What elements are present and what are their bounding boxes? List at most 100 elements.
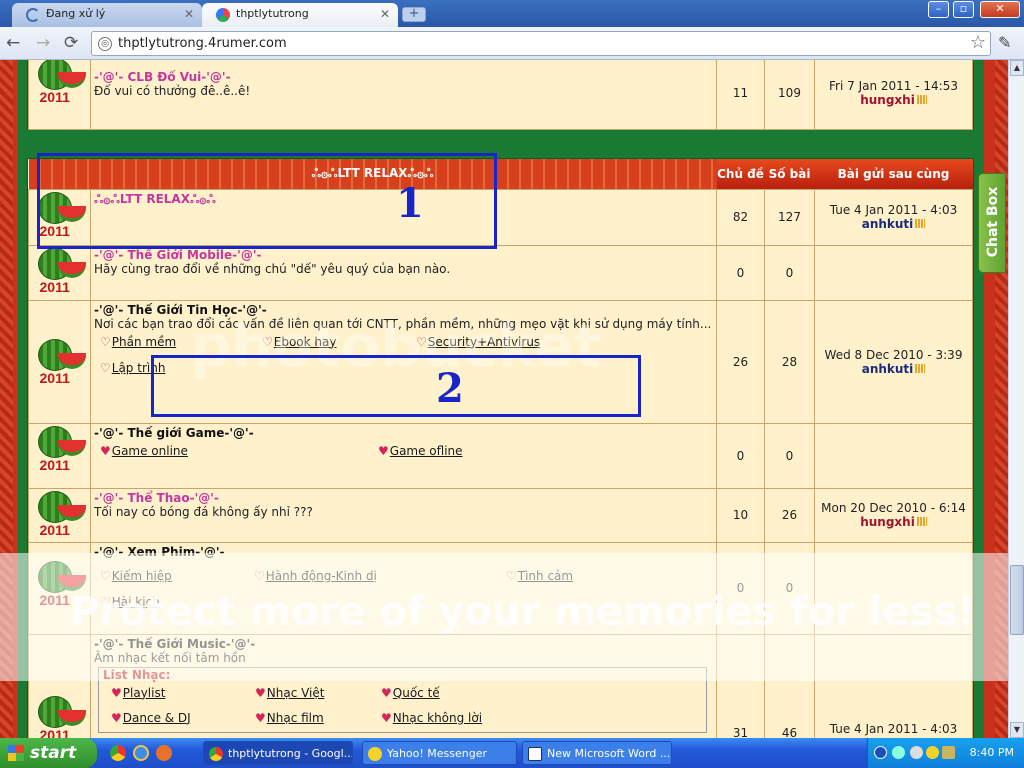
level-icon — [916, 94, 927, 104]
heart-icon: ♥ — [111, 685, 122, 700]
subforum-link[interactable]: ♡Tình cảm — [506, 569, 573, 583]
watermelon-icon: 2011 — [32, 60, 88, 106]
posts-count: 26 — [764, 487, 815, 543]
heart-icon: ♥ — [255, 710, 266, 725]
subforum-link[interactable]: ♥Nhạc Việt — [255, 686, 324, 700]
forum-description: Nơi các bạn trao đổi các vấn đề liên qua… — [94, 316, 712, 331]
forum-title-link[interactable]: -'@'- Thế Giới Mobile-'@'- — [94, 248, 713, 262]
heart-icon: ♡ — [506, 568, 517, 583]
firefox-quicklaunch-icon[interactable] — [156, 745, 172, 761]
subforum-link[interactable]: ♥Nhạc không lời — [381, 711, 482, 725]
chrome-quicklaunch-icon[interactable] — [110, 745, 126, 761]
restore-button[interactable]: ▫ — [953, 1, 974, 18]
unikey-tray-icon[interactable] — [942, 746, 955, 759]
subforum-link[interactable]: ♡Hài kịch — [100, 595, 160, 609]
watermelon-icon: 2011 — [32, 695, 88, 738]
annotation-number-2: 2 — [436, 365, 464, 412]
close-tab-icon[interactable]: ✕ — [380, 3, 390, 25]
taskbar-yahoo-messenger[interactable]: Yahoo! Messenger — [362, 741, 517, 765]
loading-icon — [26, 8, 40, 22]
globe-icon: ◎ — [98, 37, 112, 51]
favicon-icon — [216, 8, 230, 22]
subforum-link[interactable]: ♥Game online — [100, 444, 188, 458]
tab-title: Đang xử lý — [46, 7, 106, 20]
subforum-link[interactable]: ♥Playlist — [111, 686, 165, 700]
vertical-scrollbar[interactable]: ▲ ▼ — [1008, 60, 1024, 738]
heart-icon: ♥ — [111, 710, 122, 725]
last-post-author[interactable]: hungxhi — [860, 515, 915, 529]
chat-box-tab[interactable]: Chat Box — [978, 173, 1006, 273]
forum-description: Đố vui có thưởng đê..ê..ê! — [94, 84, 251, 98]
clock: 8:40 PM — [969, 746, 1014, 759]
tab-thptlytutrong[interactable]: thptlytutrong ✕ — [202, 3, 398, 27]
heart-icon: ♡ — [262, 334, 273, 349]
minimize-button[interactable]: – — [928, 1, 949, 18]
taskbar-chrome-window[interactable]: thptlytutrong - Googl... — [203, 741, 353, 765]
posts-count: 0 — [764, 422, 815, 489]
forum-title-link[interactable]: -'@'- Thế giới Game-'@'- — [94, 426, 713, 440]
heart-icon: ♡ — [100, 594, 111, 609]
network-icon[interactable] — [892, 746, 905, 759]
last-post-author[interactable]: hungxhi — [860, 93, 915, 107]
wrench-menu-icon[interactable]: ✎ — [998, 33, 1011, 52]
tab-title: thptlytutrong — [236, 7, 309, 20]
yahoo-smiley-icon — [368, 747, 382, 761]
forum-title-link[interactable]: -'@'- Thế Giới Music-'@'- — [94, 637, 713, 651]
bookmark-star-icon[interactable]: ☆ — [970, 32, 986, 53]
subforum-link[interactable]: ♥Game ofline — [378, 444, 463, 458]
start-button[interactable]: start — [0, 738, 97, 768]
tab-dang-xu-ly[interactable]: Đang xử lý ✕ — [12, 3, 202, 27]
last-post-author[interactable]: anhkuti — [862, 362, 914, 376]
forum-title-link[interactable]: -'@'- Xem Phim-'@'- — [94, 545, 713, 559]
subforum-link[interactable]: ♥Quốc tế — [381, 686, 440, 700]
scroll-up-arrow-icon[interactable]: ▲ — [1010, 60, 1024, 76]
yahoo-tray-icon[interactable] — [926, 746, 939, 759]
heart-icon: ♥ — [100, 443, 111, 458]
forum-info-cell: -'@'- Thế Giới Music-'@'- Âm nhạc kết nố… — [90, 633, 717, 738]
new-tab-button[interactable]: + — [402, 7, 426, 22]
scroll-thumb[interactable] — [1010, 565, 1024, 635]
browser-toolbar: ← → ⟳ ◎ thptlytutrong.4rumer.com ☆ ✎ — [0, 27, 1024, 60]
forward-icon[interactable]: → — [36, 33, 50, 53]
topics-count: 0 — [716, 244, 765, 301]
reload-icon[interactable]: ⟳ — [64, 33, 78, 53]
posts-count: 0 — [764, 244, 815, 301]
posts-count: 109 — [764, 60, 815, 130]
topics-count: 82 — [716, 188, 765, 246]
forum-title-link[interactable]: -'@'- Thể Thao-'@'- — [94, 491, 713, 505]
forum-row-game: 2011 -'@'- Thế giới Game-'@'- ♥Game onli… — [28, 422, 973, 489]
last-post-author[interactable]: anhkuti — [862, 217, 914, 231]
posts-count: 28 — [764, 299, 815, 424]
tray-expand-icon[interactable] — [874, 746, 887, 759]
back-icon[interactable]: ← — [6, 33, 20, 53]
topics-count: 31 — [716, 633, 765, 738]
forum-info-cell: -'@'- Thế giới Game-'@'- ♥Game online ♥G… — [90, 422, 717, 489]
scroll-down-arrow-icon[interactable]: ▼ — [1010, 722, 1024, 738]
topics-count: 0 — [716, 422, 765, 489]
posts-count: 0 — [764, 541, 815, 635]
col-topics-header: Chủ đề — [717, 166, 764, 181]
topics-count: 11 — [716, 60, 765, 130]
subforum-link[interactable]: ♡Ebook hay — [262, 335, 336, 349]
subforum-link[interactable]: ♡Hành động-Kinh dị — [254, 569, 377, 583]
ie-quicklaunch-icon[interactable] — [133, 745, 149, 761]
address-text[interactable]: thptlytutrong.4rumer.com — [118, 36, 287, 51]
forum-title-link[interactable]: -'@'- CLB Đố Vui-'@'- — [94, 70, 713, 84]
forum-title-link[interactable]: -'@'- Thế Giới Tin Học-'@'- — [94, 303, 713, 317]
subforum-link[interactable]: ♥Dance & DJ — [111, 711, 191, 725]
last-post-cell: Fri 7 Jan 2011 - 14:53 hungxhi — [814, 60, 973, 130]
volume-icon[interactable] — [910, 746, 923, 759]
last-post-cell — [814, 541, 973, 635]
taskbar-word-document[interactable]: New Microsoft Word ... — [522, 741, 672, 765]
subforum-link[interactable]: ♡Kiếm hiệp — [100, 569, 172, 583]
watermelon-icon: 2011 — [32, 425, 88, 474]
browser-tab-strip: Đang xử lý ✕ thptlytutrong ✕ + – ▫ ✕ — [0, 0, 1024, 27]
subforum-link[interactable]: ♥Nhạc film — [255, 711, 324, 725]
close-window-button[interactable]: ✕ — [980, 1, 1020, 18]
close-tab-icon[interactable]: ✕ — [184, 3, 194, 25]
address-bar[interactable]: ◎ thptlytutrong.4rumer.com ☆ — [91, 31, 991, 56]
subforum-link[interactable]: ♡Phần mềm — [100, 335, 176, 349]
forum-description: Tối nay có bóng đá không ấy nhỉ ??? — [94, 504, 313, 519]
topics-count: 26 — [716, 299, 765, 424]
subforum-link[interactable]: ♡Security+Antivirus — [416, 335, 540, 349]
